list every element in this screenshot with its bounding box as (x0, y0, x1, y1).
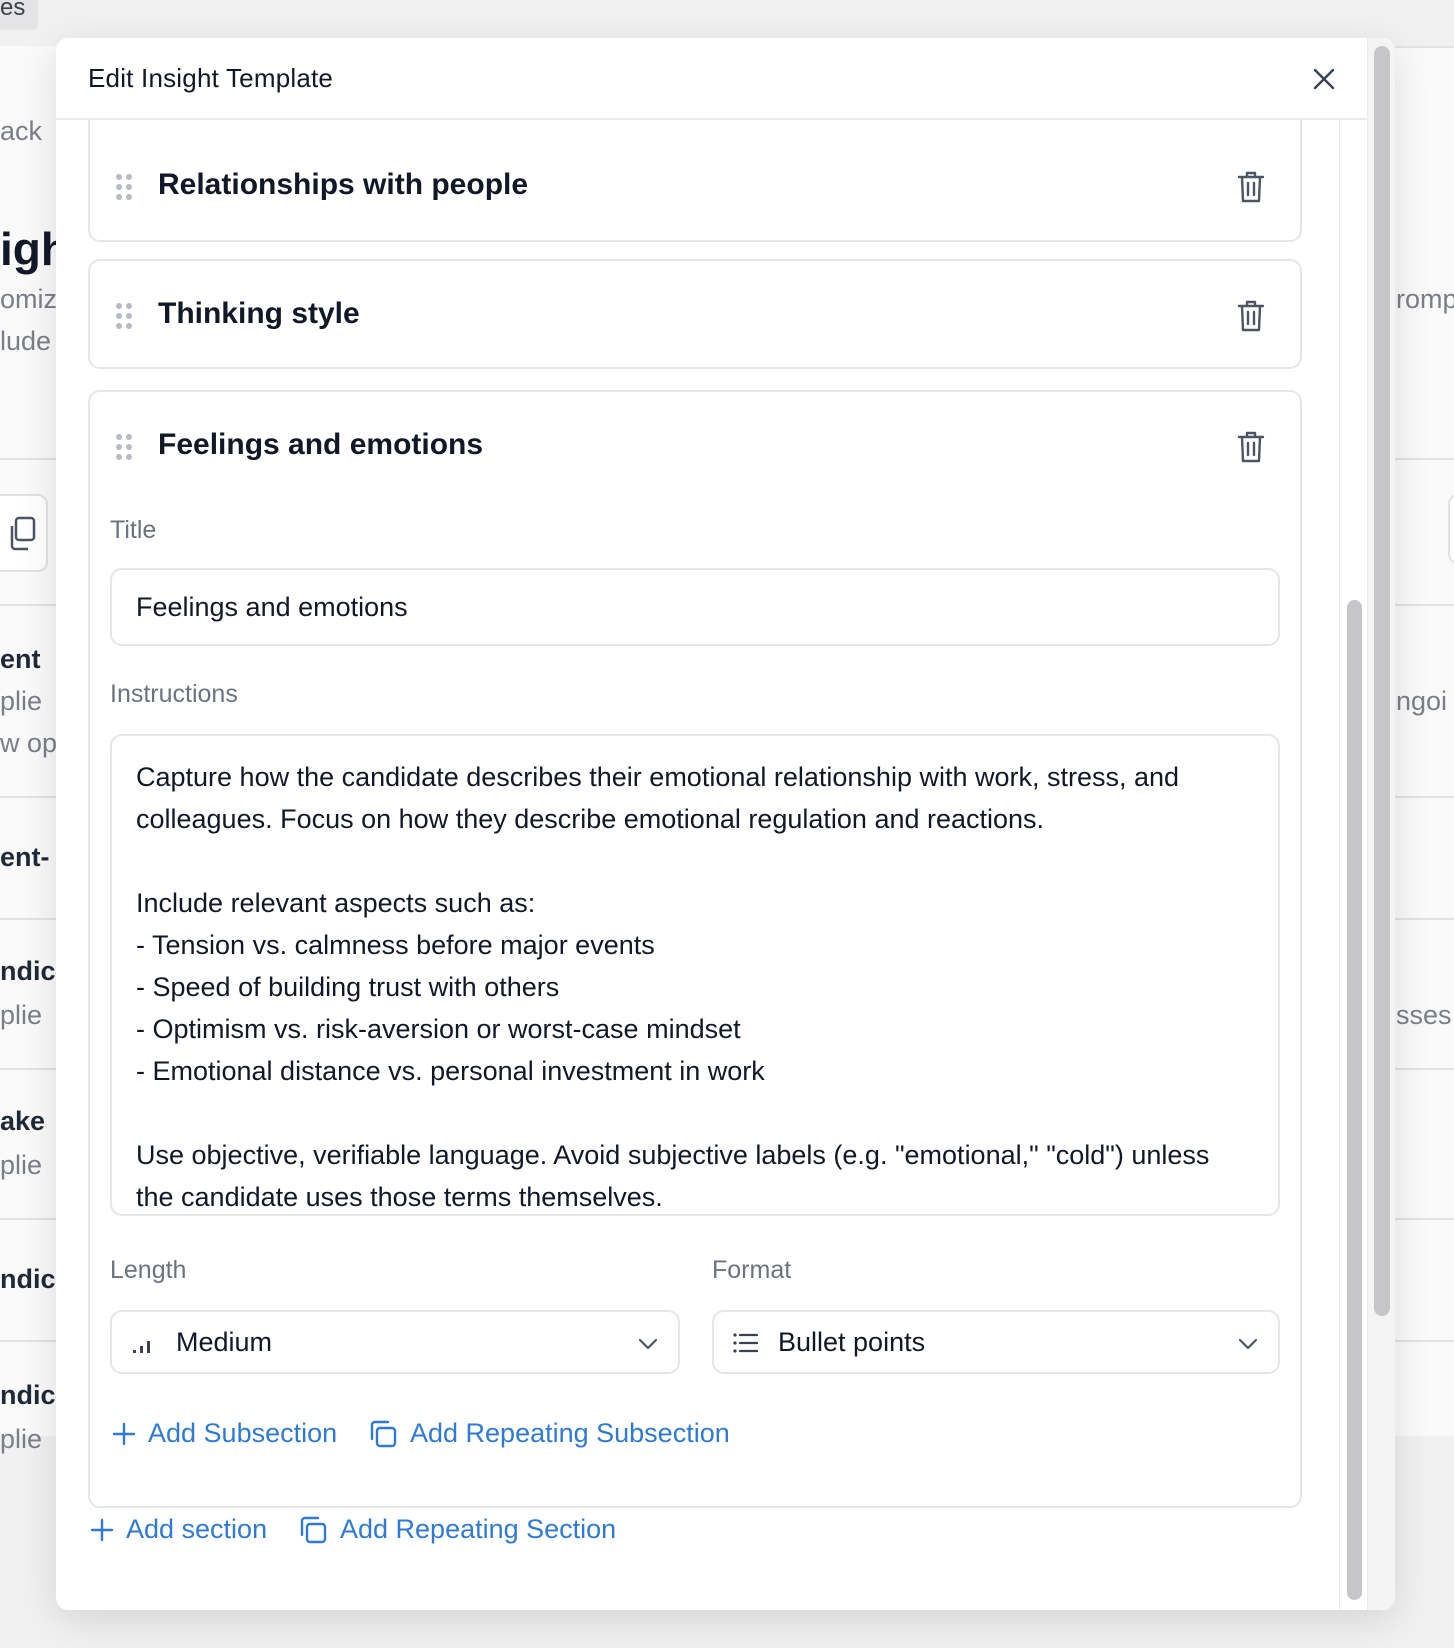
drag-handle-icon[interactable] (116, 434, 132, 460)
chevron-down-icon (638, 1338, 658, 1350)
title-field-label: Title (110, 516, 157, 544)
length-select[interactable]: Medium (110, 1310, 680, 1374)
background-divider (0, 604, 56, 606)
drag-handle-icon[interactable] (116, 303, 132, 329)
background-text: es (0, 0, 26, 21)
background-text: ndic (0, 956, 56, 986)
background-divider (0, 796, 56, 798)
modal-scrollbar[interactable] (1367, 38, 1395, 1610)
content-scrollbar[interactable] (1339, 120, 1367, 1610)
length-field-label: Length (110, 1256, 187, 1284)
background-text: omiz (0, 284, 58, 314)
background-text: ndic (0, 1264, 56, 1294)
format-field-label: Format (712, 1256, 792, 1284)
background-divider (1394, 1068, 1454, 1070)
instructions-textarea[interactable]: Capture how the candidate describes thei… (110, 734, 1280, 1216)
background-right-button (1448, 494, 1454, 564)
background-divider (1394, 1218, 1454, 1220)
background-divider (0, 918, 56, 920)
modal-content: Relationships with people Thinking style… (56, 120, 1367, 1610)
copy-icon (300, 1516, 327, 1543)
add-subsection-label: Add Subsection (148, 1418, 338, 1448)
trash-icon (1237, 431, 1265, 463)
title-input[interactable]: Feelings and emotions (110, 568, 1280, 646)
instructions-field-label: Instructions (110, 680, 238, 708)
background-divider (0, 458, 56, 460)
drag-handle-icon[interactable] (116, 174, 132, 200)
background-text: lude (0, 326, 52, 356)
add-repeating-subsection-label: Add Repeating Subsection (410, 1418, 730, 1448)
add-section-label: Add section (126, 1514, 268, 1544)
close-button[interactable] (1307, 62, 1341, 96)
background-text: ake (0, 1106, 46, 1136)
section-title: Relationships with people (158, 168, 529, 201)
delete-section-button[interactable] (1236, 170, 1266, 204)
background-text: plie (0, 686, 43, 716)
background-text: plie (0, 1150, 43, 1180)
background-text: ngoi (1396, 686, 1448, 716)
section-title: Thinking style (158, 297, 360, 330)
chevron-down-icon (1238, 1338, 1258, 1350)
signal-bars-icon (133, 1341, 150, 1353)
background-divider (1394, 46, 1454, 48)
edit-template-modal: Edit Insight Template Relationships with… (56, 38, 1395, 1610)
section-card-feelings: Feelings and emotions Title Feelings and… (88, 390, 1302, 1508)
list-icon (733, 1333, 758, 1353)
background-text: w op (0, 728, 58, 758)
format-select-value: Bullet points (778, 1326, 926, 1357)
background-divider (0, 1340, 56, 1342)
copy-icon (10, 516, 36, 551)
background-right-panel (1394, 46, 1454, 1436)
section-card-relationships: Relationships with people (88, 120, 1302, 242)
background-divider (1394, 458, 1454, 460)
section-card-thinking-style: Thinking style (88, 259, 1302, 369)
delete-section-button[interactable] (1236, 299, 1266, 333)
section-title: Feelings and emotions (158, 428, 484, 461)
modal-title: Edit Insight Template (88, 62, 334, 93)
plus-icon (112, 1422, 136, 1445)
background-text: plie (0, 1424, 43, 1454)
add-subsection-button[interactable]: Add Subsection (112, 1418, 337, 1449)
format-select[interactable]: Bullet points (712, 1310, 1280, 1374)
background-text: ent (0, 644, 41, 674)
background-divider (1394, 604, 1454, 606)
add-repeating-subsection-button[interactable]: Add Repeating Subsection (368, 1418, 730, 1449)
add-section-button[interactable]: Add section (90, 1514, 267, 1545)
modal-scrollbar-thumb[interactable] (1374, 46, 1390, 1316)
add-repeating-section-label: Add Repeating Section (340, 1514, 617, 1544)
background-text: sses (1396, 1000, 1452, 1030)
background-divider (1394, 796, 1454, 798)
content-scrollbar-thumb[interactable] (1347, 600, 1362, 1600)
length-select-value: Medium (176, 1326, 273, 1357)
background-text: ndic (0, 1380, 56, 1410)
trash-icon (1237, 300, 1265, 332)
background-text: ent- (0, 842, 50, 872)
background-text: romp (1396, 284, 1454, 314)
copy-icon (370, 1420, 397, 1447)
background-divider (1394, 918, 1454, 920)
trash-icon (1237, 171, 1265, 203)
background-divider (0, 1218, 56, 1220)
plus-icon (90, 1518, 114, 1541)
add-repeating-section-button[interactable]: Add Repeating Section (298, 1514, 616, 1545)
background-divider (0, 1068, 56, 1070)
modal-header: Edit Insight Template (56, 38, 1367, 120)
background-divider (1394, 1340, 1454, 1342)
delete-section-button[interactable] (1236, 430, 1266, 464)
background-copy-button (0, 494, 48, 572)
close-icon (1313, 68, 1335, 90)
background-text: plie (0, 1000, 43, 1030)
background-text: ack (0, 116, 43, 146)
